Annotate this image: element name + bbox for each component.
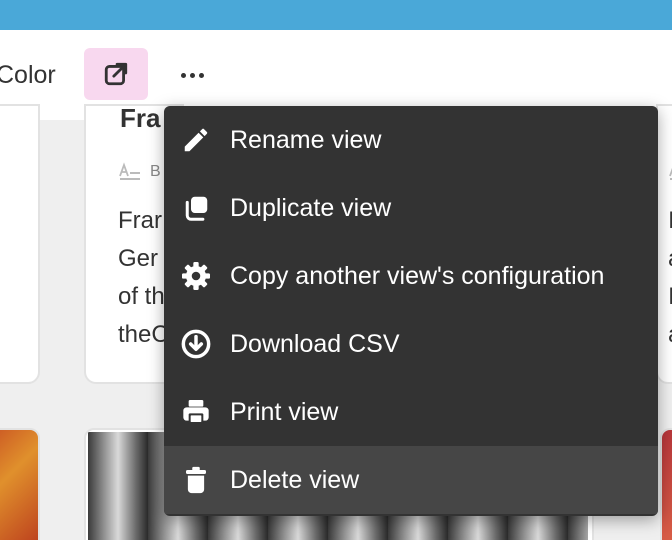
- card-field-header: B: [118, 162, 161, 182]
- card-title: Fra: [120, 104, 161, 133]
- record-card[interactable]: I a I a: [656, 104, 672, 384]
- menu-item-download-csv[interactable]: Download CSV: [164, 310, 658, 378]
- gear-icon: [180, 260, 212, 292]
- card-body-text: I a I a: [668, 202, 672, 354]
- share-external-icon: [104, 62, 128, 86]
- card-field-label: B: [150, 163, 161, 180]
- share-view-button[interactable]: [84, 48, 148, 100]
- download-icon: [180, 328, 212, 360]
- menu-item-delete-view[interactable]: Delete view: [164, 446, 658, 514]
- menu-item-print-view[interactable]: Print view: [164, 378, 658, 446]
- record-card[interactable]: [0, 104, 40, 384]
- menu-item-duplicate-view[interactable]: Duplicate view: [164, 174, 658, 242]
- record-card-image[interactable]: [0, 428, 40, 540]
- menu-item-label: Delete view: [230, 466, 360, 494]
- menu-item-rename-view[interactable]: Rename view: [164, 106, 658, 174]
- record-card-image[interactable]: [660, 428, 672, 540]
- menu-item-label: Copy another view's configuration: [230, 262, 605, 290]
- app-top-bar: [0, 0, 672, 30]
- color-button[interactable]: Color: [0, 60, 56, 90]
- pencil-icon: [180, 124, 212, 156]
- view-options-menu: Rename view Duplicate view Copy another …: [164, 106, 658, 516]
- duplicate-icon: [180, 192, 212, 224]
- trash-icon: [180, 464, 212, 496]
- menu-item-label: Rename view: [230, 126, 382, 154]
- more-options-button[interactable]: [176, 62, 208, 88]
- long-text-icon: [119, 162, 140, 180]
- printer-icon: [180, 396, 212, 428]
- menu-item-label: Download CSV: [230, 330, 400, 358]
- menu-item-copy-configuration[interactable]: Copy another view's configuration: [164, 242, 658, 310]
- card-body-text: Frar Ger of th theC: [118, 207, 169, 348]
- long-text-icon: [669, 167, 672, 180]
- menu-item-label: Print view: [230, 398, 339, 426]
- menu-item-label: Duplicate view: [230, 194, 392, 222]
- more-horizontal-icon: [180, 72, 186, 78]
